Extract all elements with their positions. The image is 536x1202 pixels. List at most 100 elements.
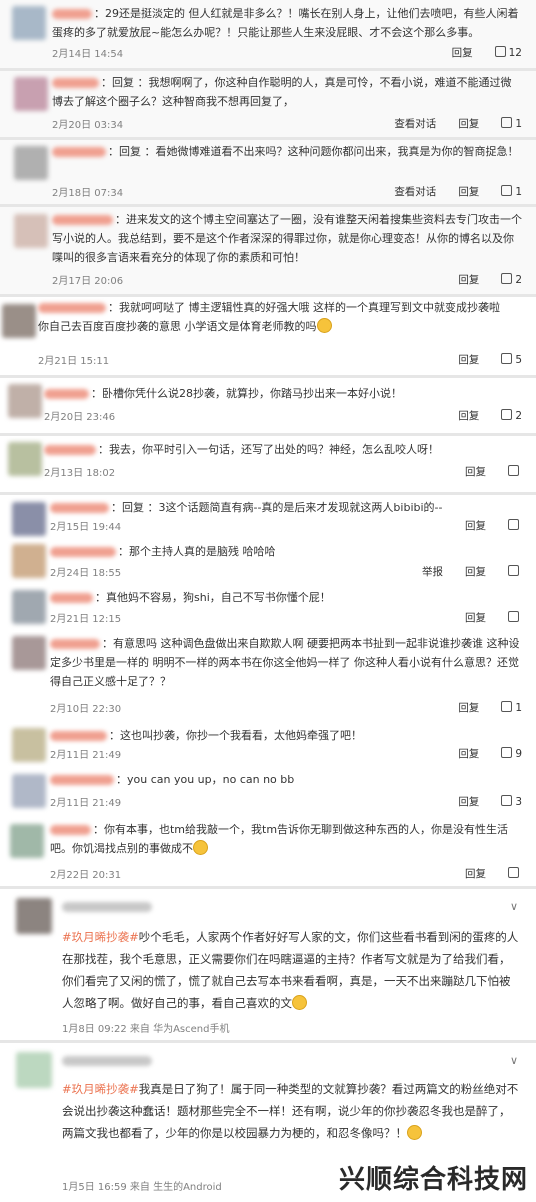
reply-link[interactable]: 回复 — [458, 354, 479, 366]
username-blurred[interactable] — [50, 593, 93, 603]
like-count: 1 — [515, 702, 522, 714]
avatar[interactable] — [12, 544, 46, 578]
username-blurred[interactable] — [52, 9, 92, 19]
view-conversation-link[interactable]: 查看对话 — [394, 186, 436, 198]
username-blurred[interactable] — [50, 639, 100, 649]
comment-text: ：我去，你平时引入一句话，还写了出处的吗？神经，怎么乱咬人呀！ — [44, 440, 514, 459]
like-count: 12 — [508, 47, 522, 59]
username-blurred[interactable] — [50, 775, 114, 785]
like-button[interactable]: 1 — [501, 185, 522, 198]
divider — [0, 137, 536, 140]
like-button[interactable]: 2 — [501, 273, 522, 286]
like-button[interactable]: 1 — [501, 117, 522, 130]
comment-item: ：进来发文的这个博主空间塞达了一圈，没有谁整天闲着搜集些资料去专门攻击一个写小说… — [0, 206, 536, 294]
comment-body: ：回复 ：3这个话题简直有病--真的是后来才发现就这两人bibibi的-- — [111, 501, 443, 514]
like-button[interactable] — [508, 611, 522, 624]
hashtag-link[interactable]: #玖月晞抄袭# — [62, 930, 139, 944]
reply-link[interactable]: 回复 — [452, 47, 473, 59]
avatar[interactable] — [12, 6, 46, 40]
like-button[interactable]: 3 — [501, 795, 522, 808]
smile-emoji-icon — [316, 318, 332, 333]
comment-time: 2月20日 23:46 — [44, 412, 116, 423]
like-button[interactable]: 2 — [501, 409, 522, 422]
like-button[interactable] — [508, 465, 522, 478]
reply-link[interactable]: 回复 — [458, 186, 479, 198]
divider — [0, 886, 536, 889]
comment-body: ：真他妈不容易，狗shi，自己不写书你懂个屁！ — [95, 591, 331, 604]
like-button[interactable] — [508, 867, 522, 880]
chevron-down-icon[interactable]: ∨ — [510, 900, 518, 913]
username-blurred[interactable] — [44, 389, 89, 399]
comment-body: ：回复 ：我想啊啊了，你这种自作聪明的人，真是可怜，不看小说，难道不能通过微博去… — [52, 76, 512, 108]
like-button[interactable]: 9 — [501, 747, 522, 760]
comment-body: ：进来发文的这个博主空间塞达了一圈，没有谁整天闲着搜集些资料去专门攻击一个写小说… — [52, 213, 522, 264]
weibo-post: ∨ #玖月晞抄袭#吵个毛毛，人家两个作者好好写人家的文，你们这些看书看到闲的蛋疼的… — [0, 890, 536, 1040]
username-blurred[interactable] — [50, 731, 107, 741]
reply-link[interactable]: 回复 — [465, 466, 486, 478]
comment-text: ：you can you up，no can no bb — [50, 770, 520, 789]
comment-text: ：你有本事，也tm给我敲一个，我tm告诉你无聊到做这种东西的人，你是没有性生活吧… — [50, 820, 526, 858]
username-blurred[interactable] — [50, 825, 91, 835]
reply-link[interactable]: 回复 — [458, 118, 479, 130]
like-button[interactable]: 5 — [501, 353, 522, 366]
comment-body: ：卧槽你凭什么说28抄袭，就算抄，你踏马抄出来一本好小说！ — [91, 387, 402, 400]
comment-body: ：you can you up，no can no bb — [116, 773, 295, 786]
comment-item: ：29还是挺淡定的 但人红就是非多么？！嘴长在别人身上，让他们去喷吧，有些人闲着… — [0, 0, 536, 68]
avatar[interactable] — [2, 304, 36, 338]
avatar[interactable] — [14, 77, 48, 111]
comment-actions: 回复 — [443, 518, 522, 533]
comment-text: ：进来发文的这个博主空间塞达了一圈，没有谁整天闲着搜集些资料去专门攻击一个写小说… — [52, 210, 524, 267]
comment-body: ：我就呵呵哒了 博主逻辑性真的好强大哦 这样的一个真理写到文中就变成抄袭啦 你自… — [38, 301, 500, 333]
divider — [0, 375, 536, 378]
reply-link[interactable]: 回复 — [465, 612, 486, 624]
reply-link[interactable]: 回复 — [458, 410, 479, 422]
username-blurred[interactable] — [62, 902, 152, 912]
username-blurred[interactable] — [52, 215, 113, 225]
reply-link[interactable]: 回复 — [465, 520, 486, 532]
username-blurred[interactable] — [44, 445, 96, 455]
comment-time: 2月24日 18:55 — [50, 568, 122, 579]
reply-link[interactable]: 回复 — [465, 566, 486, 578]
view-conversation-link[interactable]: 查看对话 — [394, 118, 436, 130]
comment-time: 2月22日 20:31 — [50, 870, 122, 881]
avatar[interactable] — [12, 502, 46, 536]
username-blurred[interactable] — [50, 547, 116, 557]
thumbs-up-icon — [494, 46, 506, 57]
avatar[interactable] — [12, 590, 46, 624]
like-button[interactable]: 1 — [501, 701, 522, 714]
reply-link[interactable]: 回复 — [465, 868, 486, 880]
avatar[interactable] — [12, 774, 46, 808]
avatar[interactable] — [8, 384, 42, 418]
username-blurred[interactable] — [50, 503, 109, 513]
chevron-down-icon[interactable]: ∨ — [510, 1054, 518, 1067]
thumbs-up-icon — [508, 565, 519, 576]
hashtag-link[interactable]: #玖月晞抄袭# — [62, 1082, 139, 1096]
emoji-icon — [292, 995, 307, 1010]
avatar[interactable] — [16, 1052, 52, 1088]
username-blurred[interactable] — [38, 303, 106, 313]
avatar[interactable] — [16, 898, 52, 934]
reply-link[interactable]: 回复 — [458, 274, 479, 286]
reply-link[interactable]: 回复 — [458, 748, 479, 760]
reply-link[interactable]: 回复 — [458, 796, 479, 808]
avatar[interactable] — [10, 824, 44, 858]
avatar[interactable] — [14, 146, 48, 180]
avatar[interactable] — [12, 636, 46, 670]
avatar[interactable] — [12, 728, 46, 762]
like-button[interactable]: 12 — [494, 46, 522, 59]
report-link[interactable]: 举报 — [422, 566, 443, 578]
like-button[interactable] — [508, 565, 522, 578]
comment-item: ：卧槽你凭什么说28抄袭，就算抄，你踏马抄出来一本好小说！ 2月20日 23:46… — [0, 378, 536, 432]
divider — [0, 68, 536, 71]
emoji-icon — [407, 1125, 422, 1140]
username-blurred[interactable] — [62, 1056, 152, 1066]
comment-text: ：29还是挺淡定的 但人红就是非多么？！嘴长在别人身上，让他们去喷吧，有些人闲着… — [52, 4, 522, 42]
comment-time: 2月21日 15:11 — [38, 356, 110, 367]
avatar[interactable] — [14, 214, 48, 248]
username-blurred[interactable] — [52, 78, 99, 88]
username-blurred[interactable] — [52, 147, 106, 157]
comment-actions: 回复 — [443, 464, 522, 479]
like-button[interactable] — [508, 519, 522, 532]
reply-link[interactable]: 回复 — [458, 702, 479, 714]
avatar[interactable] — [8, 442, 42, 476]
